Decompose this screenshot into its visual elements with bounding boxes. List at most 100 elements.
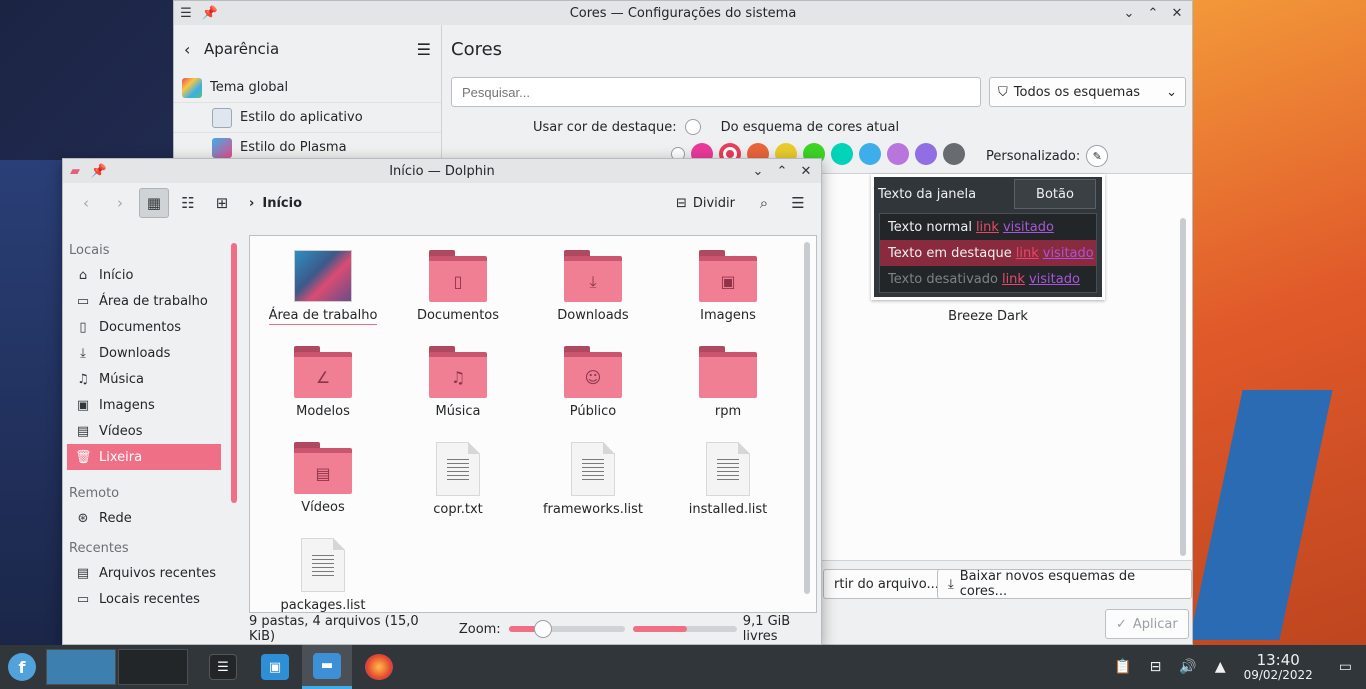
file-item[interactable]: Área de trabalho — [258, 250, 388, 325]
color-picker-icon[interactable]: ✎ — [1086, 145, 1109, 167]
places-section-recentes: Recentes — [69, 541, 129, 556]
folder-item[interactable]: rpm — [663, 346, 793, 419]
preview-row-highlight: Texto em destaque link visitado — [880, 240, 1096, 266]
search-icon[interactable]: ⌕ — [749, 188, 779, 218]
sidebar-item-label: Tema global — [210, 80, 289, 95]
folder-item[interactable]: ♫ Música — [393, 346, 523, 419]
places-item-network[interactable]: ⊛ Rede — [67, 505, 221, 531]
places-item-downloads[interactable]: ⤓ Downloads — [67, 340, 221, 366]
places-item-documents[interactable]: ▯ Documentos — [67, 314, 221, 340]
file-item[interactable]: copr.txt — [393, 442, 523, 517]
maximize-button[interactable]: ⌃ — [770, 159, 794, 183]
disk-usage-bar — [632, 626, 737, 632]
sidebar-item-app-style[interactable]: Estilo do aplicativo — [174, 103, 441, 133]
sidebar-item-label: Estilo do aplicativo — [240, 110, 363, 125]
folder-item[interactable]: ▣ Imagens — [663, 250, 793, 323]
app-launcher-button[interactable]: f — [0, 645, 44, 689]
breadcrumb[interactable]: › Início — [249, 196, 302, 211]
back-icon[interactable]: ‹ — [71, 188, 101, 218]
taskbar-panel: f ☰ ▣ ▬ 📋 ⊟ 🔊 ▲ 13:40 09/02/2022 ▭ — [0, 645, 1366, 689]
search-input[interactable] — [451, 77, 981, 107]
apply-button[interactable]: ✓ Aplicar — [1105, 609, 1189, 639]
preview-row-normal: Texto normal link visitado — [888, 219, 1054, 235]
close-button[interactable]: ✕ — [794, 159, 818, 183]
preview-row-disabled: Texto desativado link visitado — [888, 271, 1080, 287]
chevron-down-icon: ⌄ — [1166, 84, 1177, 100]
settings-titlebar: ☰ 📌 Cores — Configurações do sistema ⌄ ⌃… — [174, 1, 1192, 25]
folder-item[interactable]: ∠ Modelos — [258, 346, 388, 419]
task-discover[interactable]: ▣ — [250, 645, 300, 689]
places-scrollbar[interactable] — [231, 243, 237, 503]
maximize-button[interactable]: ⌃ — [1141, 1, 1165, 25]
close-button[interactable]: ✕ — [1165, 1, 1189, 25]
places-item-recent-locations[interactable]: ▭ Locais recentes — [67, 586, 221, 612]
zoom-slider-handle[interactable] — [534, 620, 553, 638]
places-item-home[interactable]: ⌂ Início — [67, 262, 221, 288]
scheme-filter-dropdown[interactable]: ⛉ Todos os esquemas ⌄ — [989, 77, 1186, 107]
clipboard-icon[interactable]: 📋 — [1114, 659, 1131, 675]
accent-label: Usar cor de destaque: — [533, 119, 677, 135]
dolphin-window: ▰ 📌 Início — Dolphin ⌄ ⌃ ✕ ‹ › ▦ ☷ ⊞ › I… — [62, 158, 822, 645]
folder-item[interactable]: ⤓ Downloads — [528, 250, 658, 323]
file-view-scrollbar[interactable] — [804, 242, 810, 594]
compact-view-icon[interactable]: ☷ — [173, 188, 203, 218]
download-schemes-button[interactable]: ⤓ Baixar novos esquemas de cores... — [937, 569, 1192, 599]
scheme-preview-breeze-dark[interactable]: Texto da janela Botão Texto normal link … — [871, 174, 1105, 300]
text-file-icon — [706, 442, 750, 496]
image-icon: ▣ — [76, 397, 90, 413]
store-icon: ▣ — [261, 654, 289, 680]
accent-scheme-radio[interactable] — [684, 119, 701, 135]
clock[interactable]: 13:40 09/02/2022 — [1244, 652, 1313, 682]
task-system-settings[interactable]: ☰ — [198, 645, 248, 689]
accent-swatch[interactable] — [915, 143, 937, 165]
pin-icon[interactable]: 📌 — [198, 1, 222, 25]
accent-scheme-option[interactable]: Do esquema de cores atual — [721, 120, 899, 135]
file-item[interactable]: installed.list — [663, 442, 793, 517]
minimize-button[interactable]: ⌄ — [1117, 1, 1141, 25]
desktop-2[interactable] — [118, 649, 188, 685]
accent-swatch[interactable] — [831, 143, 853, 165]
folder-item[interactable]: ▯ Documentos — [393, 250, 523, 323]
recent-files-icon: ▤ — [76, 565, 90, 581]
split-button[interactable]: ⊟ Dividir — [676, 196, 735, 211]
import-from-file-button[interactable]: rtir do arquivo... — [823, 569, 950, 599]
sidebar-item-label: Estilo do Plasma — [240, 140, 347, 155]
pin-icon[interactable]: 📌 — [87, 159, 111, 183]
desktop-1[interactable] — [46, 649, 116, 685]
places-item-desktop[interactable]: ▭ Área de trabalho — [67, 288, 221, 314]
folder-app-icon: ▰ — [70, 163, 80, 179]
places-item-trash[interactable]: 🗑 Lixeira — [67, 444, 221, 470]
accent-swatch[interactable] — [887, 143, 909, 165]
back-icon[interactable]: ‹ — [184, 40, 204, 59]
icons-view-icon[interactable]: ▦ — [139, 188, 169, 218]
places-item-recent-files[interactable]: ▤ Arquivos recentes — [67, 560, 221, 586]
show-desktop-icon[interactable]: ▭ — [1339, 659, 1352, 675]
expand-tray-icon[interactable]: ▲ — [1215, 659, 1226, 675]
places-item-music[interactable]: ♫ Música — [67, 366, 221, 392]
places-item-videos[interactable]: ▤ Vídeos — [67, 418, 221, 444]
zoom-slider[interactable] — [508, 620, 625, 638]
hamburger-menu-icon[interactable]: ☰ — [417, 40, 431, 59]
file-item[interactable]: frameworks.list — [528, 442, 658, 517]
file-item[interactable]: packages.list — [258, 538, 388, 612]
folder-item[interactable]: ☺ Público — [528, 346, 658, 419]
details-view-icon[interactable]: ⊞ — [207, 188, 237, 218]
accent-swatch[interactable] — [859, 143, 881, 165]
dolphin-title: Início — Dolphin — [389, 163, 495, 179]
home-icon: ⌂ — [78, 267, 88, 283]
minimize-button[interactable]: ⌄ — [746, 159, 770, 183]
task-firefox[interactable] — [354, 645, 404, 689]
sidebar-item-global-theme[interactable]: Tema global — [174, 73, 441, 103]
breadcrumb-home[interactable]: Início — [262, 196, 302, 211]
hamburger-menu-icon[interactable]: ☰ — [783, 188, 813, 218]
sidebar-title[interactable]: Aparência — [204, 40, 279, 58]
scheme-grid-scrollbar[interactable] — [1180, 218, 1186, 556]
task-dolphin[interactable]: ▬ — [302, 645, 352, 689]
forward-icon[interactable]: › — [105, 188, 135, 218]
volume-icon[interactable]: 🔊 — [1179, 659, 1196, 675]
network-icon[interactable]: ⊟ — [1150, 659, 1162, 675]
folder-item[interactable]: ▤ Vídeos — [258, 442, 388, 515]
accent-swatch[interactable] — [943, 143, 965, 165]
places-item-pictures[interactable]: ▣ Imagens — [67, 392, 221, 418]
music-icon: ♫ — [429, 352, 487, 398]
